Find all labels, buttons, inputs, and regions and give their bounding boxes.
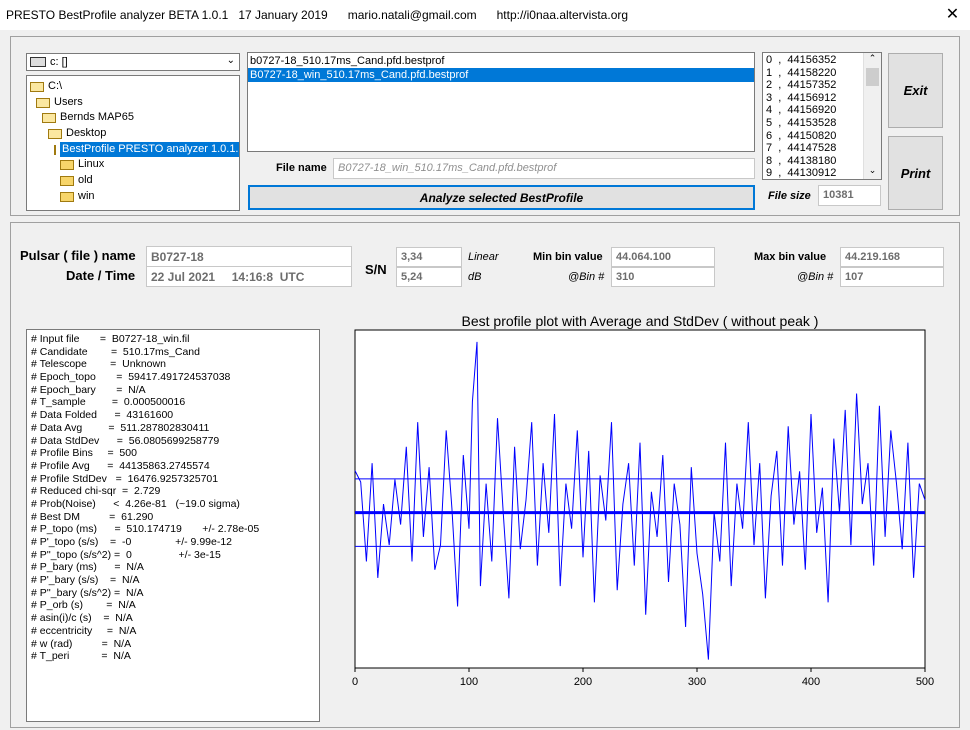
info-line: # Telescope = Unknown [31, 358, 166, 371]
tree-item[interactable]: BestProfile PRESTO analyzer 1.0.1.e [27, 141, 239, 158]
info-line: # Epoch_topo = 59417.491724537038 [31, 371, 231, 384]
info-line: # P''_bary (s/s^2) = N/A [31, 586, 144, 599]
sn-db-unit: dB [468, 271, 482, 283]
tree-item-label: C:\ [48, 80, 63, 92]
info-line: # Reduced chi-sqr = 2.729 [31, 485, 161, 498]
folder-icon [60, 191, 74, 202]
x-tick-label: 100 [460, 676, 478, 688]
title-bar: PRESTO BestProfile analyzer BETA 1.0.1 1… [0, 0, 970, 30]
bestprof-info-text[interactable]: # Input file = B0727-18_win.fil # Candida… [26, 329, 320, 722]
chart-title: Best profile plot with Average and StdDe… [462, 313, 819, 329]
tree-item[interactable]: Bernds MAP65 [27, 110, 239, 126]
max-bin-label: Max bin value [754, 251, 827, 263]
plot-area [354, 329, 926, 669]
info-line: # Epoch_bary = N/A [31, 383, 146, 396]
tree-item-label: BestProfile PRESTO analyzer 1.0.1.e [60, 141, 239, 158]
folder-icon [48, 128, 62, 139]
info-line: # P_topo (ms) = 510.174719 +/- 2.78e-05 [31, 523, 260, 536]
min-at-label: @Bin # [568, 271, 605, 283]
tree-item-label: Linux [78, 158, 105, 171]
tree-item-label: old [78, 174, 93, 187]
info-line: # w (rad) = N/A [31, 637, 132, 650]
max-at-field: 107 [840, 267, 944, 287]
close-button[interactable]: ✕ [935, 0, 970, 30]
tree-item-label: Bernds MAP65 [60, 111, 134, 124]
drive-icon [30, 57, 46, 67]
info-line: # Profile Bins = 500 [31, 447, 137, 460]
tree-item[interactable]: C:\ [27, 79, 239, 95]
folder-icon [60, 160, 74, 171]
info-line: # Profile StdDev = 16476.9257325701 [31, 472, 219, 485]
x-tick-label: 0 [352, 676, 358, 688]
folder-icon [42, 113, 56, 124]
sn-db-field: 5,24 [396, 267, 462, 287]
exit-button[interactable]: Exit [888, 53, 943, 128]
info-line: # Data StdDev = 56.0805699258779 [31, 434, 220, 447]
min-bin-field: 44.064.100 [611, 247, 715, 267]
print-button[interactable]: Print [888, 136, 943, 210]
folder-icon [60, 175, 74, 186]
info-line: # Data Folded = 43161600 [31, 409, 174, 422]
tree-item-label: Users [54, 95, 83, 108]
tree-item-label: Desktop [66, 127, 107, 140]
values-scrollbar[interactable]: ⌃ ⌄ [863, 53, 881, 179]
min-at-field: 310 [611, 267, 715, 287]
x-tick-label: 400 [802, 676, 820, 688]
min-bin-label: Min bin value [533, 251, 603, 263]
folder-icon [30, 81, 44, 92]
file-name-label: File name [276, 162, 327, 174]
info-line: # eccentricity = N/A [31, 624, 137, 637]
drive-select[interactable]: c: [] ⌄ [26, 53, 240, 71]
pulsar-name-field: B0727-18 [146, 246, 352, 267]
x-tick-label: 500 [916, 676, 934, 688]
info-line: # P_orb (s) = N/A [31, 599, 136, 612]
chevron-down-icon[interactable]: ⌄ [227, 55, 235, 66]
analyze-button[interactable]: Analyze selected BestProfile [248, 185, 755, 210]
info-line: # T_peri = N/A [31, 650, 131, 663]
tree-item[interactable]: Users [27, 95, 239, 111]
sn-label: S/N [365, 262, 387, 277]
scroll-down-icon[interactable]: ⌄ [864, 165, 881, 179]
info-line: # P_bary (ms) = N/A [31, 561, 144, 574]
file-name-field[interactable]: B0727-18_win_510.17ms_Cand.pfd.bestprof [333, 158, 755, 179]
file-size-label: File size [768, 190, 811, 202]
x-tick-label: 200 [574, 676, 592, 688]
info-line: # Profile Avg = 44135863.2745574 [31, 459, 210, 472]
info-line: # Input file = B0727-18_win.fil [31, 333, 190, 345]
drive-value: c: [] [50, 56, 68, 68]
folder-icon [36, 97, 50, 108]
info-line: # P''_topo (s/s^2) = 0 +/- 3e-15 [31, 548, 221, 561]
info-line: # asin(i)/c (s) = N/A [31, 612, 133, 625]
max-bin-field: 44.219.168 [840, 247, 944, 267]
profile-chart: Best profile plot with Average and StdDe… [352, 313, 934, 688]
sn-linear-field: 3,34 [396, 247, 462, 267]
date-time-field: 22 Jul 2021 14:16:8 UTC [146, 266, 352, 287]
file-list-item[interactable]: B0727-18_win_510.17ms_Cand.pfd.bestprof [248, 68, 754, 82]
tree-item[interactable]: Desktop [27, 126, 239, 142]
sn-linear-unit: Linear [468, 251, 499, 263]
scroll-thumb[interactable] [866, 68, 879, 86]
x-tick-label: 300 [688, 676, 706, 688]
file-list-item[interactable]: b0727-18_510.17ms_Cand.pfd.bestprof [248, 54, 754, 68]
info-line: # Best DM = 61.290 [31, 510, 154, 523]
max-at-label: @Bin # [797, 271, 834, 283]
directory-tree[interactable]: C:\ Users Bernds MAP65 Desktop BestProfile P… [26, 75, 240, 211]
info-line: # P'_bary (s/s) = N/A [31, 574, 140, 587]
pulsar-label: Pulsar ( file ) name [20, 248, 136, 263]
folder-icon [54, 144, 56, 155]
tree-item[interactable]: old [27, 173, 239, 189]
window-title: PRESTO BestProfile analyzer BETA 1.0.1 1… [6, 8, 629, 22]
tree-item[interactable]: win [27, 189, 239, 205]
file-size-field: 10381 [818, 185, 881, 206]
info-line: # Data Avg = 511.287802830411 [31, 421, 210, 434]
tree-item[interactable]: Linux [27, 157, 239, 173]
info-line: # Prob(Noise) < 4.26e-81 (~19.0 sigma) [31, 497, 240, 510]
info-line: # Candidate = 510.17ms_Cand [31, 345, 200, 358]
file-list[interactable]: b0727-18_510.17ms_Cand.pfd.bestprof B0727… [247, 52, 755, 152]
tree-item-label: win [78, 189, 95, 202]
info-line: # T_sample = 0.000500016 [31, 396, 186, 409]
info-line: # P'_topo (s/s) = -0 +/- 9.99e-12 [31, 536, 233, 548]
date-label: Date / Time [66, 268, 136, 283]
scroll-up-icon[interactable]: ⌃ [864, 53, 881, 67]
